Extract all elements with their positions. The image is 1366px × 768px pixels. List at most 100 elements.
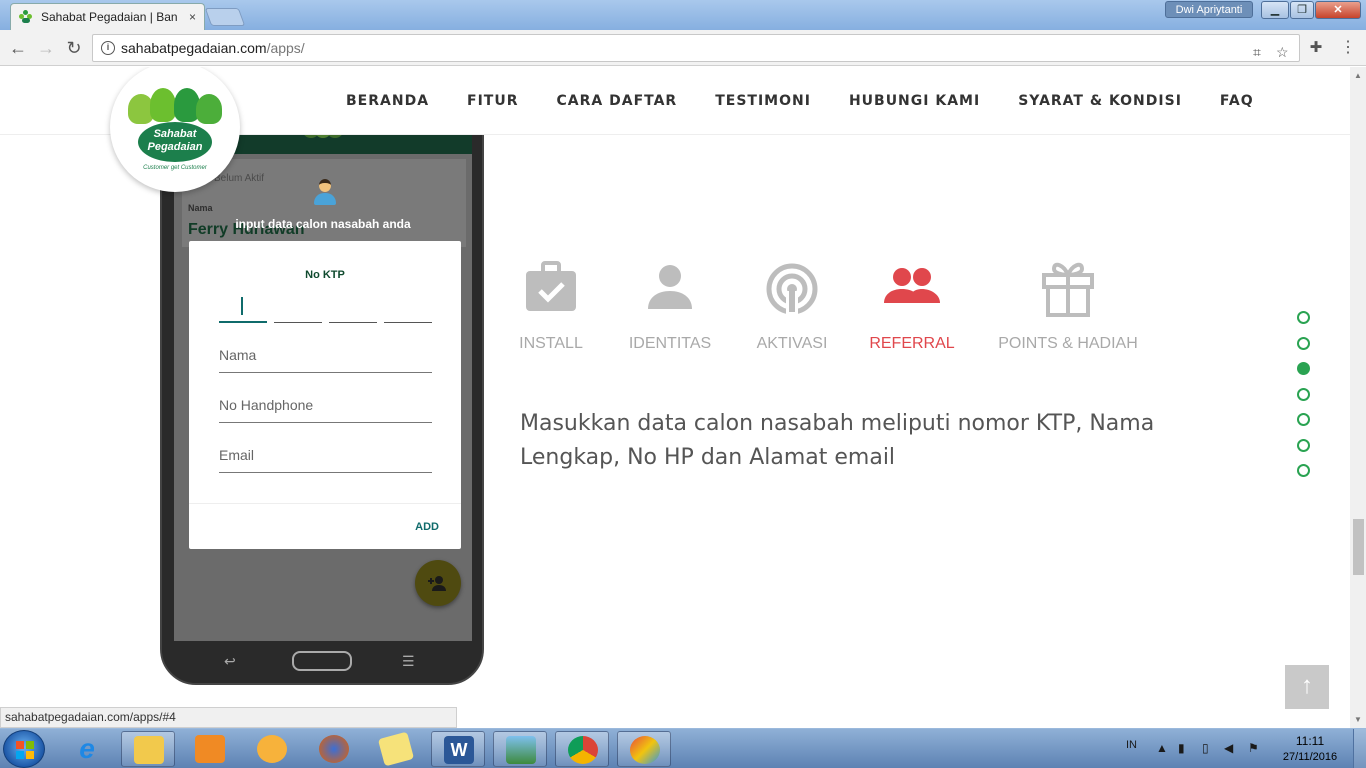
language-indicator[interactable]: IN	[1126, 739, 1137, 751]
nav-syarat-kondisi[interactable]: SYARAT & KONDISI	[1018, 93, 1182, 109]
signal-icon	[762, 257, 822, 317]
handphone-field[interactable]: No Handphone	[219, 391, 432, 423]
windows-taskbar: e W IN ▲ ▮ ▯ ◀ ⚑ 11:11 27/11/2016	[0, 728, 1366, 768]
browser-tab[interactable]: Sahabat Pegadaian | Ban ×	[10, 3, 205, 30]
dot-nav-6[interactable]	[1297, 438, 1310, 452]
step-points-label: POINTS & HADIAH	[998, 335, 1138, 352]
tray-expand-icon[interactable]: ▲	[1156, 741, 1168, 755]
step-referral[interactable]: REFERRAL	[842, 257, 982, 352]
dot-nav-2[interactable]	[1297, 336, 1310, 350]
step-aktivasi[interactable]: AKTIVASI	[722, 257, 862, 352]
ktp-label: No KTP	[305, 269, 345, 281]
translate-icon[interactable]: ⌗	[1253, 39, 1261, 65]
hint-text: input data calon nasabah anda	[235, 217, 411, 231]
new-tab-button[interactable]	[204, 8, 246, 26]
reload-icon[interactable]: ↻	[62, 36, 86, 60]
profile-button[interactable]: Dwi Apriytanti	[1165, 1, 1253, 18]
taskbar-app[interactable]	[245, 731, 299, 767]
logo-badge: Sahabat Pegadaian	[138, 122, 212, 162]
back-arrow-icon[interactable]: ←	[6, 36, 30, 60]
taskbar-media[interactable]	[183, 731, 237, 767]
browser-toolbar: ← → ↻ i sahabatpegadaian.com/apps/ ⌗ ☆ ✚…	[0, 30, 1366, 66]
ktp-input-3[interactable]	[329, 291, 377, 323]
bookmark-star-icon[interactable]: ☆	[1276, 39, 1289, 65]
paint-icon	[630, 736, 660, 764]
nav-menu: BERANDA FITUR CARA DAFTAR TESTIMONI HUBU…	[346, 67, 1292, 135]
media-player-icon	[195, 735, 225, 763]
address-bar[interactable]: i sahabatpegadaian.com/apps/ ⌗ ☆	[92, 34, 1300, 62]
ktp-input-1[interactable]	[219, 291, 267, 323]
sahabat-favicon-icon	[19, 10, 33, 24]
person-icon	[640, 257, 700, 317]
taskbar-photos[interactable]	[493, 731, 547, 767]
step-identitas[interactable]: IDENTITAS	[600, 257, 740, 352]
dot-nav-5[interactable]	[1297, 413, 1310, 426]
dot-nav-3[interactable]	[1297, 362, 1310, 375]
screen: Sahabat Pegadaian | Ban × Dwi Apriytanti…	[0, 0, 1366, 768]
nav-beranda[interactable]: BERANDA	[346, 93, 429, 109]
add-person-fab[interactable]	[415, 560, 461, 606]
step-points-hadiah[interactable]: POINTS & HADIAH	[998, 257, 1138, 352]
forward-arrow-icon[interactable]: →	[34, 36, 58, 60]
taskbar-chrome[interactable]	[555, 731, 609, 767]
windows-logo-icon	[16, 741, 34, 759]
signal-bars-icon[interactable]: ▮	[1178, 741, 1185, 755]
logo-line2: Pegadaian	[147, 141, 203, 153]
tab-title: Sahabat Pegadaian | Ban	[41, 10, 178, 24]
action-center-icon[interactable]: ⚑	[1248, 741, 1259, 755]
logo-tagline: Customer get Customer	[143, 165, 207, 171]
clock-date[interactable]: 27/11/2016	[1276, 751, 1344, 763]
page-scrollbar[interactable]: ▲ ▼	[1350, 67, 1366, 728]
chrome-menu-icon[interactable]: ⋮	[1336, 36, 1360, 60]
volume-icon[interactable]: ◀	[1224, 741, 1233, 755]
add-person-icon	[428, 576, 446, 591]
back-to-top-button[interactable]: ↑	[1285, 665, 1329, 709]
nama-field[interactable]: Nama	[219, 341, 432, 373]
extensions-puzzle-icon[interactable]: ✚	[1304, 36, 1328, 60]
clock-time[interactable]: 11:11	[1280, 734, 1340, 748]
nav-cara-daftar[interactable]: CARA DAFTAR	[557, 93, 678, 109]
people-icon	[882, 257, 942, 317]
battery-icon[interactable]: ▯	[1202, 741, 1209, 755]
tab-close-icon[interactable]: ×	[189, 10, 196, 24]
start-button[interactable]	[3, 730, 45, 768]
phone-home-button	[292, 651, 352, 671]
taskbar-notes[interactable]	[369, 731, 423, 767]
show-desktop-button[interactable]	[1353, 729, 1366, 768]
nav-hubungi-kami[interactable]: HUBUNGI KAMI	[849, 93, 980, 109]
step-referral-label: REFERRAL	[869, 335, 955, 352]
taskbar-firefox[interactable]	[307, 731, 361, 767]
nav-fitur[interactable]: FITUR	[467, 93, 518, 109]
nav-testimoni[interactable]: TESTIMONI	[715, 93, 811, 109]
close-window-button[interactable]: ✕	[1315, 1, 1361, 19]
section-dot-nav	[1297, 311, 1311, 490]
firefox-icon	[319, 735, 349, 763]
add-button[interactable]: ADD	[415, 521, 439, 533]
system-tray: IN ▲ ▮ ▯ ◀ ⚑ 11:11 27/11/2016	[1120, 729, 1366, 768]
dot-nav-1[interactable]	[1297, 311, 1310, 324]
minimize-button[interactable]: ▁	[1261, 1, 1289, 19]
scroll-up-icon[interactable]: ▲	[1354, 71, 1362, 80]
ktp-input-2[interactable]	[274, 291, 322, 323]
sahabat-pegadaian-logo[interactable]: Sahabat Pegadaian Customer get Customer	[110, 67, 240, 192]
url-host: sahabatpegadaian.com	[121, 40, 267, 56]
nav-faq[interactable]: FAQ	[1220, 93, 1254, 109]
scrollbar-thumb[interactable]	[1353, 519, 1364, 575]
logo-line1: Sahabat	[153, 128, 197, 140]
scroll-down-icon[interactable]: ▼	[1354, 715, 1362, 724]
taskbar-word[interactable]: W	[431, 731, 485, 767]
phone-screen: Belum Aktif Nama Ferry Hurlawan input da…	[174, 109, 472, 641]
gift-icon	[1038, 257, 1098, 317]
maximize-button[interactable]: ❐	[1290, 1, 1314, 19]
taskbar-explorer[interactable]	[121, 731, 175, 767]
dialog-divider	[189, 503, 461, 504]
app-orb-icon	[257, 735, 287, 763]
email-field[interactable]: Email	[219, 441, 432, 473]
dot-nav-4[interactable]	[1297, 387, 1310, 401]
ktp-input-4[interactable]	[384, 291, 432, 323]
site-info-icon[interactable]: i	[101, 41, 115, 55]
taskbar-paint[interactable]	[617, 731, 671, 767]
taskbar-ie[interactable]: e	[60, 731, 114, 767]
dot-nav-7[interactable]	[1297, 464, 1310, 477]
web-page: BERANDA FITUR CARA DAFTAR TESTIMONI HUBU…	[0, 67, 1350, 728]
